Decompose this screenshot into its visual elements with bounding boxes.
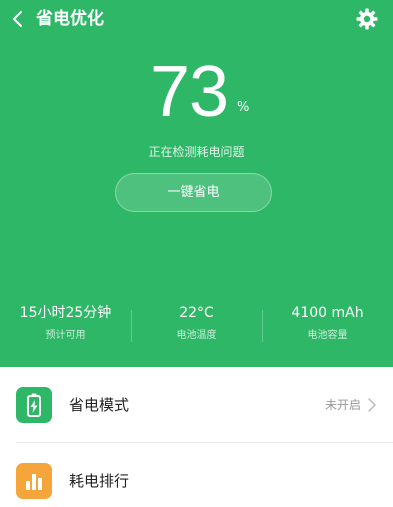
settings-button[interactable] xyxy=(355,7,379,31)
stat-value: 22°C xyxy=(179,305,214,321)
list-item-status: 未开启 xyxy=(324,398,361,412)
battery-percent-value: 73 xyxy=(150,52,229,132)
page-title: 省电优化 xyxy=(36,9,104,29)
list-item-power-saving-mode[interactable]: 省电模式 未开启 xyxy=(0,367,393,443)
stat-remaining-time: 15小时25分钟 预计可用 xyxy=(0,302,131,344)
stat-value: 4100 mAh xyxy=(291,305,364,321)
chevron-left-icon xyxy=(13,11,22,27)
settings-list: 省电模式 未开启 耗电排行 xyxy=(0,367,393,507)
stat-label: 预计可用 xyxy=(45,330,86,341)
stat-label: 电池容量 xyxy=(307,330,348,341)
stat-label: 电池温度 xyxy=(176,330,217,341)
percent-sign: % xyxy=(237,100,250,115)
bar-chart-icon xyxy=(16,463,52,499)
scan-status-text: 正在检测耗电问题 xyxy=(148,145,245,159)
gear-icon xyxy=(356,8,378,30)
chevron-right-icon xyxy=(368,398,376,412)
list-item-label: 耗电排行 xyxy=(69,472,130,490)
battery-stats: 15小时25分钟 预计可用 22°C 电池温度 4100 mAh 电池容量 xyxy=(0,302,393,350)
back-button[interactable] xyxy=(6,6,30,32)
battery-panel: 省电优化 73 % 正在检测耗电问题 一键省电 15小时25分钟 预计可用 22… xyxy=(0,0,393,367)
title-bar: 省电优化 xyxy=(0,0,393,40)
list-item-power-ranking[interactable]: 耗电排行 xyxy=(0,443,393,507)
list-item-label: 省电模式 xyxy=(69,396,130,414)
stat-temperature: 22°C 电池温度 xyxy=(131,302,262,344)
stat-capacity: 4100 mAh 电池容量 xyxy=(262,302,393,344)
battery-percentage: 73 % xyxy=(0,52,393,132)
stat-value: 15小时25分钟 xyxy=(19,305,112,321)
battery-icon xyxy=(16,387,52,423)
one-click-save-button[interactable]: 一键省电 xyxy=(115,173,272,212)
